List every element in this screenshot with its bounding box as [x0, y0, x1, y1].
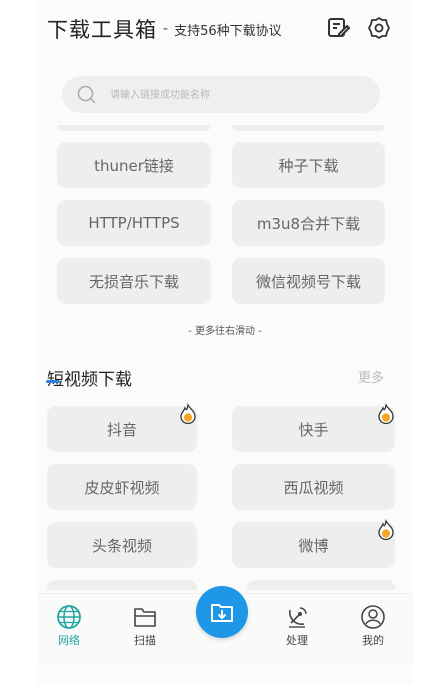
tool-button-wechat-video[interactable]: 微信视频号下载 [232, 258, 385, 304]
tool-button-http[interactable]: HTTP/HTTPS [57, 200, 211, 246]
video-button-hidden [47, 580, 197, 590]
video-label: 快手 [298, 420, 329, 439]
settings-icon[interactable] [367, 16, 391, 40]
tool-button-thunder[interactable]: thuner链接 [57, 142, 211, 188]
tab-label: 我的 [362, 634, 384, 647]
app-screen: 下载工具箱 - 支持56种下载协议 thuner链接 种子下载 HTTP/HTT… [37, 0, 413, 685]
search-icon [77, 85, 96, 104]
video-button-douyin[interactable]: 抖音 [47, 403, 197, 452]
section-title: 短视频下载 [47, 370, 132, 390]
tool-button-lossless-music[interactable]: 无损音乐下载 [57, 258, 211, 304]
folder-icon [134, 608, 156, 627]
tool-button-hidden [57, 125, 211, 131]
hot-flame-icon [378, 403, 394, 425]
section-marker [46, 380, 60, 383]
tab-label: 网络 [58, 634, 80, 647]
satellite-icon [289, 607, 307, 628]
tool-label: 微信视频号下载 [255, 272, 361, 291]
title-separator: - [163, 21, 169, 37]
tool-label: HTTP/HTTPS [88, 214, 180, 232]
tab-process[interactable]: 处理 [272, 604, 322, 648]
hot-flame-icon [180, 403, 196, 425]
tab-mine[interactable]: 我的 [348, 604, 398, 648]
hot-flame-icon [378, 519, 394, 541]
download-icon [211, 604, 233, 622]
tool-button-torrent[interactable]: 种子下载 [232, 142, 385, 188]
download-button[interactable] [196, 586, 248, 638]
video-button-toutiao[interactable]: 头条视频 [47, 522, 197, 568]
tab-network[interactable]: 网络 [44, 604, 94, 648]
tool-button-hidden [232, 125, 385, 131]
search-input[interactable] [108, 82, 362, 109]
tool-label: 无损音乐下载 [88, 272, 179, 291]
video-label: 微博 [298, 536, 329, 555]
video-button-kuaishou[interactable]: 快手 [232, 403, 395, 452]
video-label: 西瓜视频 [283, 478, 344, 497]
app-subtitle: 支持56种下载协议 [174, 23, 282, 39]
app-title: 下载工具箱 [47, 18, 157, 42]
video-label: 皮皮虾视频 [84, 478, 160, 497]
video-button-weibo[interactable]: 微博 [232, 519, 395, 568]
header: 下载工具箱 - 支持56种下载协议 [47, 14, 282, 44]
globe-icon [57, 605, 81, 629]
video-label: 头条视频 [91, 536, 152, 555]
user-icon [361, 605, 385, 629]
scroll-hint: - 更多往右滑动 - [188, 326, 262, 337]
tool-label: m3u8合并下载 [256, 214, 361, 233]
section-more-link[interactable]: 更多 [358, 367, 384, 386]
edit-note-icon[interactable] [326, 16, 350, 40]
video-label: 抖音 [106, 420, 137, 439]
tab-scan[interactable]: 扫描 [120, 604, 170, 648]
video-button-pipixia[interactable]: 皮皮虾视频 [47, 464, 197, 510]
tab-label: 扫描 [134, 634, 156, 647]
tool-label: thuner链接 [94, 156, 174, 175]
tool-label: 种子下载 [278, 156, 339, 175]
video-button-xigua[interactable]: 西瓜视频 [232, 464, 395, 510]
tab-label: 处理 [286, 634, 308, 647]
tool-button-m3u8[interactable]: m3u8合并下载 [232, 200, 385, 246]
search-bar[interactable] [62, 76, 380, 113]
video-button-hidden [247, 580, 395, 590]
